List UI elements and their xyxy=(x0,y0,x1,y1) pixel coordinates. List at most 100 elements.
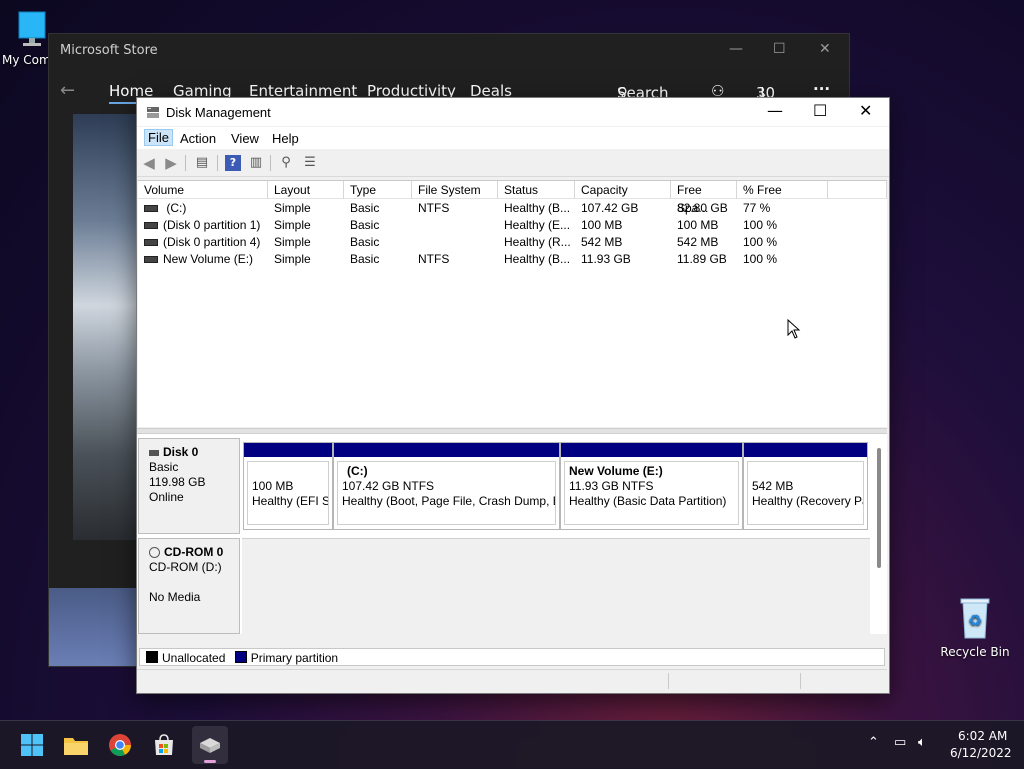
dm-close-button[interactable]: ✕ xyxy=(859,101,872,120)
menu-file[interactable]: File xyxy=(144,129,173,146)
fs-cell: NTFS xyxy=(418,252,450,266)
disk-management-taskbar-button[interactable] xyxy=(192,726,228,764)
disk-drive-icon xyxy=(200,738,220,753)
partition-body: New Volume (E:) 11.93 GB NTFS Healthy (B… xyxy=(564,461,739,525)
dm-menubar: File Action View Help xyxy=(137,127,889,149)
store-minimize-button[interactable]: — xyxy=(729,41,743,57)
column-header-free-space[interactable]: Free Spa... xyxy=(671,181,737,215)
type-cell: Basic xyxy=(350,218,380,232)
column-header-file-system[interactable]: File System xyxy=(412,181,498,199)
unallocated-swatch xyxy=(146,651,158,663)
chrome-icon xyxy=(109,734,131,756)
toolbar-separator xyxy=(270,155,271,171)
start-button[interactable] xyxy=(16,729,48,761)
toolbar-separator xyxy=(217,155,218,171)
free-cell: 82.80 GB xyxy=(677,201,728,215)
folder-icon xyxy=(64,738,88,755)
column-header-status[interactable]: Status xyxy=(498,181,575,199)
partition-efi[interactable]: 100 MB Healthy (EFI Sy xyxy=(243,442,333,530)
partition-recovery[interactable]: 542 MB Healthy (Recovery Pa xyxy=(743,442,868,530)
chrome-taskbar-button[interactable] xyxy=(104,729,136,761)
recycle-bin-label: Recycle Bin xyxy=(940,645,1010,659)
column-header-volume[interactable]: Volume xyxy=(138,181,268,199)
column-header-percent-free[interactable]: % Free xyxy=(737,181,828,199)
dm-minimize-button[interactable]: — xyxy=(767,101,783,120)
active-app-indicator xyxy=(204,760,216,763)
layout-cell: Simple xyxy=(274,201,311,215)
primary-partition-swatch xyxy=(234,651,247,663)
clock-date[interactable]: 6/12/2022 xyxy=(950,746,1012,760)
volume-icon xyxy=(144,205,158,213)
legend-unallocated: Unallocated xyxy=(162,651,226,665)
menu-help[interactable]: Help xyxy=(272,131,299,146)
svg-text:♻: ♻ xyxy=(968,611,982,630)
dm-title: Disk Management xyxy=(166,105,271,120)
volume-cell: (Disk 0 partition 4) xyxy=(144,234,268,251)
recycle-bin-icon: ♻ xyxy=(960,598,990,639)
volume-cell: (C:) xyxy=(144,200,268,217)
partition-c[interactable]: (C:) 107.42 GB NTFS Healthy (Boot, Page … xyxy=(333,442,560,530)
pct-free-cell: 100 % xyxy=(743,218,778,232)
capacity-cell: 107.42 GB xyxy=(581,201,639,215)
column-header-layout[interactable]: Layout xyxy=(268,181,344,199)
cdrom-0-media: No Media xyxy=(149,590,201,604)
more-options-icon[interactable]: ··· xyxy=(813,80,830,98)
free-cell: 100 MB xyxy=(677,218,719,232)
connect-icon[interactable]: ⚲ xyxy=(278,155,294,171)
status-separator xyxy=(668,673,669,689)
dm-maximize-button[interactable]: ☐ xyxy=(813,101,827,120)
store-lower-banner xyxy=(49,588,137,666)
properties-icon[interactable]: ▥ xyxy=(248,155,264,171)
capacity-cell: 542 MB xyxy=(581,235,623,249)
disk-0-state: Online xyxy=(149,490,184,504)
partition-status: Healthy (Recovery Pa xyxy=(752,494,864,508)
column-header-type[interactable]: Type xyxy=(344,181,412,199)
clock-time[interactable]: 6:02 AM xyxy=(958,729,1007,743)
help-icon[interactable]: ? xyxy=(225,155,241,171)
pct-free-cell: 100 % xyxy=(743,252,778,266)
type-cell: Basic xyxy=(350,201,380,215)
partition-status: Healthy (EFI Sy xyxy=(252,494,329,508)
free-cell: 542 MB xyxy=(677,235,719,249)
back-arrow-icon[interactable]: ◀ xyxy=(141,155,157,171)
store-bag-icon xyxy=(155,734,173,755)
cdrom-0-drive: CD-ROM (D:) xyxy=(149,560,222,574)
status-bar xyxy=(137,669,887,692)
graph-vertical-scrollbar[interactable] xyxy=(877,448,881,568)
dm-titlebar: Disk Management — ☐ ✕ xyxy=(137,98,889,126)
show-hide-console-tree-icon[interactable]: ▤ xyxy=(194,155,210,171)
cdrom-0-label[interactable]: CD-ROM 0 CD-ROM (D:) No Media xyxy=(138,538,240,634)
store-back-arrow-icon[interactable]: ← xyxy=(60,80,75,101)
type-cell: Basic xyxy=(350,252,380,266)
store-hero-image xyxy=(73,114,137,540)
menu-view[interactable]: View xyxy=(231,131,259,146)
disk-0-label[interactable]: Disk 0 Basic 119.98 GB Online xyxy=(138,438,240,534)
forward-arrow-icon[interactable]: ▶ xyxy=(163,155,179,171)
store-close-button[interactable]: ✕ xyxy=(819,41,831,57)
disk-0-kind: Basic xyxy=(149,460,179,474)
capacity-cell: 100 MB xyxy=(581,218,623,232)
network-icon[interactable]: ▭ xyxy=(894,735,906,750)
partition-size: 100 MB xyxy=(252,479,294,493)
status-cell: Healthy (E... xyxy=(504,218,571,232)
fs-cell: NTFS xyxy=(418,201,450,215)
store-maximize-button[interactable]: ☐ xyxy=(773,41,786,57)
microsoft-store-taskbar-button[interactable] xyxy=(148,729,180,761)
partition-name: New Volume (E:) xyxy=(569,464,663,478)
menu-action[interactable]: Action xyxy=(180,131,216,146)
layout-cell: Simple xyxy=(274,218,311,232)
status-cell: Healthy (B... xyxy=(504,201,571,215)
recycle-bin-desktop-icon[interactable]: ♻ Recycle Bin xyxy=(940,596,1010,659)
partition-body: 542 MB Healthy (Recovery Pa xyxy=(747,461,864,525)
volume-icon[interactable]: 🔈︎ xyxy=(918,735,926,750)
show-hidden-icons-chevron-icon[interactable]: ⌃ xyxy=(868,735,879,750)
my-computer-desktop-icon[interactable]: My Com xyxy=(2,10,51,67)
partition-e[interactable]: New Volume (E:) 11.93 GB NTFS Healthy (B… xyxy=(560,442,743,530)
primary-partition-bar xyxy=(244,443,332,457)
column-header-capacity[interactable]: Capacity xyxy=(575,181,671,199)
settings-list-icon[interactable]: ☰ xyxy=(302,155,318,171)
file-explorer-taskbar-button[interactable] xyxy=(60,729,92,761)
type-cell: Basic xyxy=(350,235,380,249)
store-title: Microsoft Store xyxy=(60,42,158,58)
disk-management-window: Disk Management — ☐ ✕ File Action View H… xyxy=(136,97,890,694)
